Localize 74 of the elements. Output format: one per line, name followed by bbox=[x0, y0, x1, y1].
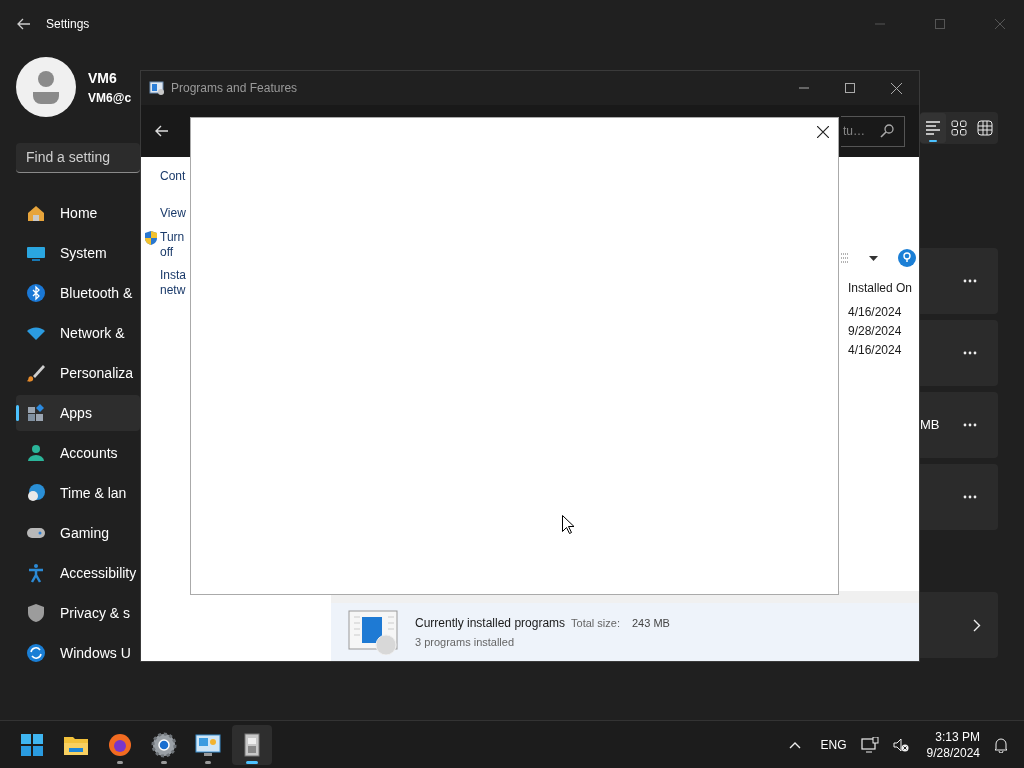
column-header[interactable]: Installed On bbox=[848, 279, 913, 297]
dropdown-caret-icon[interactable] bbox=[869, 255, 878, 261]
more-options-button[interactable] bbox=[963, 423, 977, 427]
maximize-icon[interactable] bbox=[845, 83, 855, 93]
nav-item[interactable]: Apps bbox=[16, 395, 140, 431]
search-icon bbox=[880, 124, 894, 138]
clock[interactable]: 3:13 PM 9/28/2024 bbox=[926, 728, 980, 761]
size-label: Total size: bbox=[571, 615, 620, 631]
nav-item[interactable]: Home bbox=[16, 195, 140, 231]
nav-item[interactable]: Bluetooth & bbox=[16, 275, 140, 311]
taskbar-app-button[interactable] bbox=[232, 724, 272, 765]
nav-item[interactable]: Network & bbox=[16, 315, 140, 351]
table-cell-text: 4/16/2024 bbox=[848, 304, 903, 321]
update-icon bbox=[26, 643, 46, 663]
nav-item[interactable]: System bbox=[16, 235, 140, 271]
user-email: VM6@c bbox=[88, 89, 132, 107]
back-arrow-icon[interactable] bbox=[155, 124, 169, 138]
task-link[interactable]: Insta netw bbox=[160, 268, 186, 298]
tiles-view-icon bbox=[950, 119, 968, 137]
window-title: Programs and Features bbox=[171, 80, 298, 97]
close-icon[interactable] bbox=[817, 126, 829, 138]
muted-speaker-icon[interactable] bbox=[892, 736, 909, 753]
bluetooth-icon bbox=[26, 283, 46, 303]
app-card[interactable]: MB bbox=[920, 392, 998, 458]
person-icon bbox=[26, 443, 46, 463]
person-icon bbox=[31, 70, 61, 104]
language-indicator[interactable]: ENG bbox=[820, 735, 847, 754]
nav-item[interactable]: Personaliza bbox=[16, 355, 140, 391]
nav-item[interactable]: Privacy & s bbox=[16, 595, 140, 631]
table-cell-text: 4/16/2024 bbox=[848, 342, 903, 359]
home-icon bbox=[26, 203, 46, 223]
more-options-button[interactable] bbox=[963, 495, 977, 499]
search-field[interactable]: Find a setting bbox=[16, 143, 140, 173]
more-options-button[interactable] bbox=[963, 279, 977, 283]
paintbrush-icon bbox=[26, 363, 46, 383]
start-icon bbox=[19, 731, 45, 758]
apps-icon bbox=[26, 403, 46, 423]
chevron-up-icon[interactable] bbox=[788, 740, 801, 749]
window-title: Settings bbox=[46, 16, 90, 33]
table-cell-text: 9/28/2024 bbox=[848, 323, 903, 340]
programs-icon bbox=[348, 609, 400, 655]
more-options-button[interactable] bbox=[963, 351, 977, 355]
nav-item[interactable]: Time & lan bbox=[16, 475, 140, 511]
shield-icon bbox=[26, 603, 46, 623]
nav-item[interactable]: Windows U bbox=[16, 635, 140, 671]
user-name: VM6 bbox=[88, 68, 118, 88]
control-panel-icon bbox=[195, 731, 221, 758]
task-link[interactable]: View bbox=[160, 206, 186, 221]
chevron-right-icon bbox=[973, 618, 981, 632]
program-window-icon bbox=[149, 80, 165, 96]
help-icon[interactable] bbox=[898, 249, 916, 267]
panel-link[interactable]: Cont bbox=[160, 169, 186, 184]
gear-icon bbox=[151, 731, 177, 758]
nav-item[interactable]: Accounts bbox=[16, 435, 140, 471]
details-title: Currently installed programs bbox=[415, 614, 566, 632]
nav-item[interactable]: Gaming bbox=[16, 515, 140, 551]
size-value: 243 MB bbox=[632, 615, 670, 631]
app-size: MB bbox=[920, 416, 940, 435]
list-view-icon bbox=[924, 119, 942, 137]
network-icon[interactable] bbox=[860, 736, 879, 753]
search-field[interactable]: tu… bbox=[841, 115, 905, 147]
notification-bell-icon[interactable] bbox=[994, 736, 1008, 753]
grid-view-icon bbox=[976, 119, 994, 137]
back-arrow-icon[interactable] bbox=[16, 16, 32, 32]
list-view-button[interactable] bbox=[920, 113, 946, 143]
close-icon[interactable] bbox=[891, 82, 902, 94]
task-link[interactable]: Turn off bbox=[160, 230, 185, 260]
shield-icon bbox=[143, 230, 159, 246]
browser-icon bbox=[107, 731, 133, 758]
nav-item[interactable]: Accessibility bbox=[16, 555, 140, 591]
accessibility-icon bbox=[26, 563, 46, 583]
cursor-icon bbox=[562, 515, 574, 534]
selection-indicator bbox=[16, 405, 19, 421]
program-count: 3 programs installed bbox=[415, 634, 516, 650]
